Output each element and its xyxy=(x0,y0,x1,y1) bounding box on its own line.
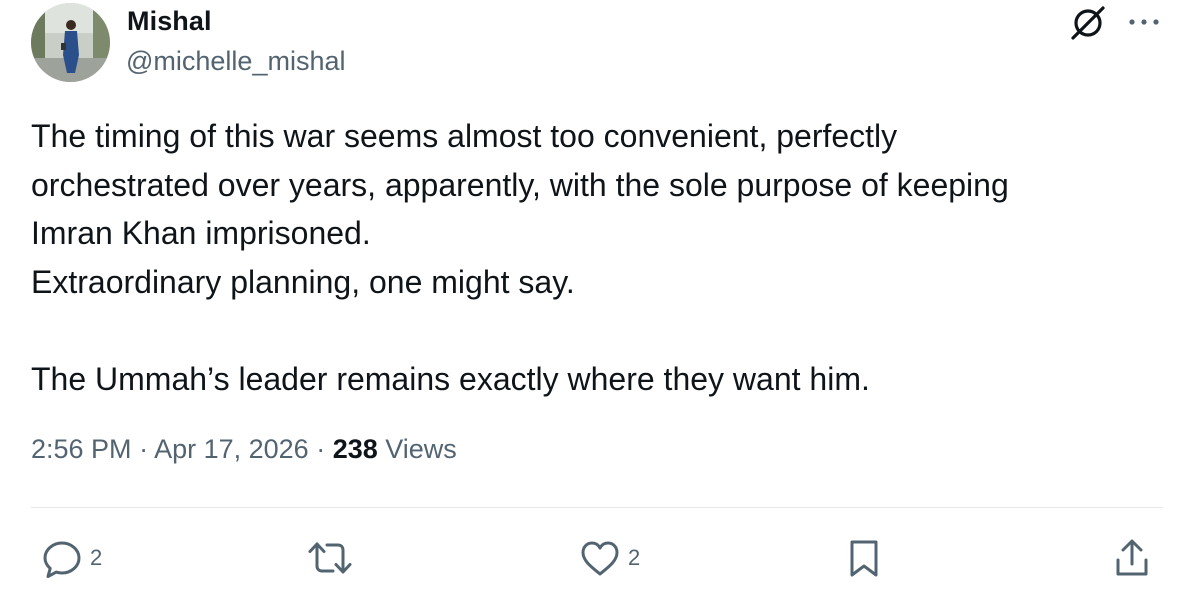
tweet-meta: 2:56 PM · Apr 17, 2026 · 238 Views xyxy=(31,434,457,465)
repost-icon xyxy=(306,536,354,580)
bookmark-icon xyxy=(846,536,882,580)
views-count[interactable]: 238 xyxy=(333,434,378,464)
reply-button[interactable]: 2 xyxy=(40,536,102,580)
tweet-line: The timing of this war seems almost too … xyxy=(31,118,898,154)
reply-count: 2 xyxy=(90,545,103,570)
tweet-date[interactable]: Apr 17, 2026 xyxy=(154,434,309,464)
meta-separator: · xyxy=(131,434,155,464)
tweet-line: Extraordinary planning, one might say. xyxy=(31,263,575,300)
avatar-photo xyxy=(31,3,110,82)
repost-button[interactable] xyxy=(306,536,360,580)
tweet-text: The timing of this war seems almost too … xyxy=(31,112,1151,403)
author-handle[interactable]: @michelle_mishal xyxy=(126,46,345,77)
share-button[interactable] xyxy=(1112,536,1158,580)
avatar[interactable] xyxy=(31,3,110,82)
author-name[interactable]: Mishal xyxy=(127,6,212,37)
bookmark-button[interactable] xyxy=(846,536,888,580)
tweet-line: The Ummah’s leader remains exactly where… xyxy=(31,360,870,397)
tweet-card: Mishal @michelle_mishal The timing of th… xyxy=(0,0,1186,592)
reply-icon xyxy=(40,536,84,580)
like-button[interactable]: 2 xyxy=(578,536,640,580)
tweet-line: orchestrated over years, apparently, wit… xyxy=(31,166,1009,203)
more-icon[interactable] xyxy=(1126,14,1162,30)
like-count: 2 xyxy=(628,545,641,570)
tweet-time[interactable]: 2:56 PM xyxy=(31,434,132,464)
tweet-line: Imran Khan imprisoned. xyxy=(31,215,371,251)
meta-separator: · xyxy=(308,434,333,464)
tweet-line-blank xyxy=(31,306,1151,355)
share-icon xyxy=(1112,536,1152,580)
divider xyxy=(31,507,1163,508)
grok-icon[interactable] xyxy=(1066,0,1110,44)
views-label[interactable]: Views xyxy=(378,434,457,464)
heart-icon xyxy=(578,536,622,580)
